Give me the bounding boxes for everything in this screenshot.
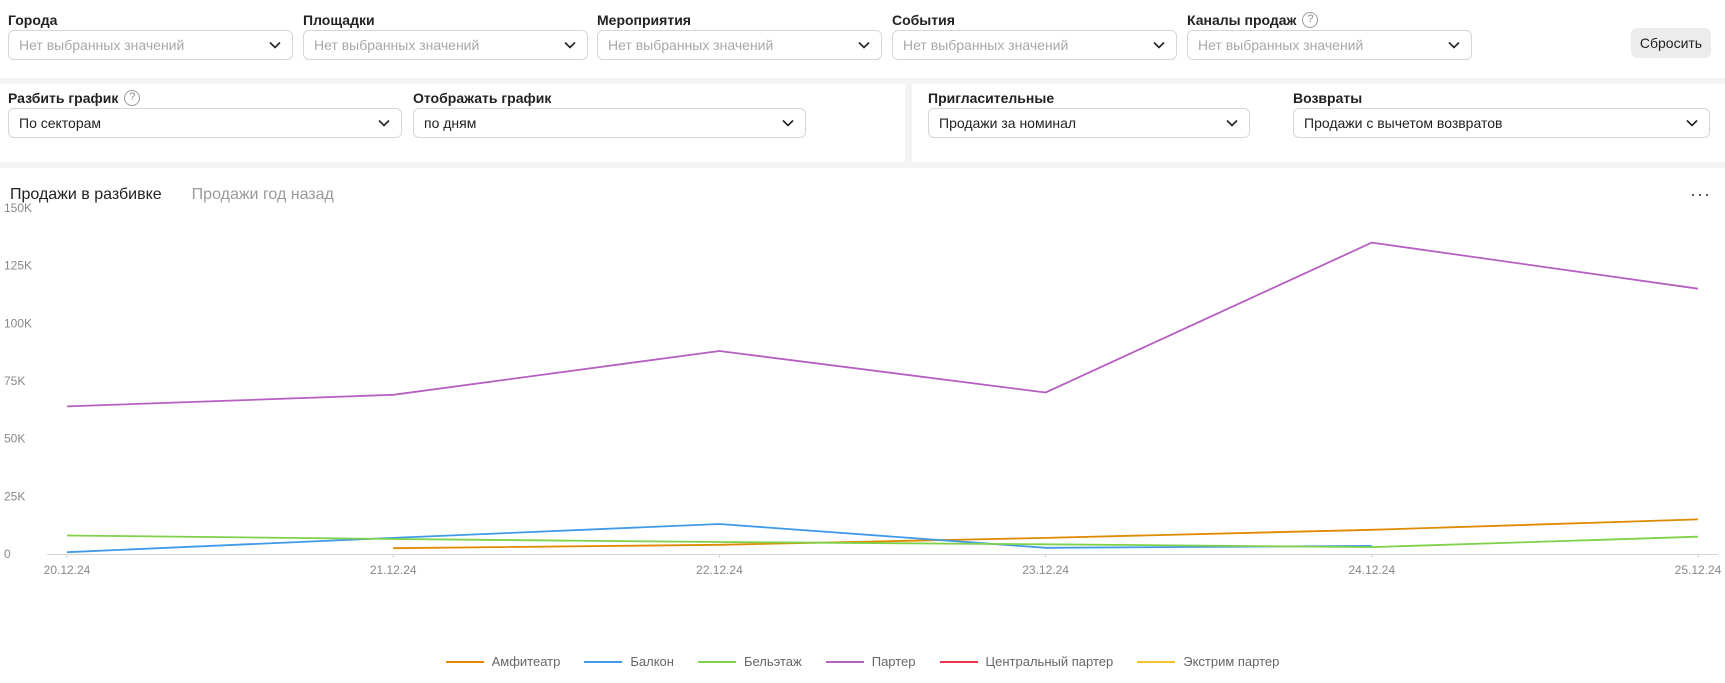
filter-events: Мероприятия Нет выбранных значений [597, 10, 882, 60]
legend-item[interactable]: Экстрим партер [1137, 654, 1279, 669]
chevron-down-icon [858, 41, 870, 49]
legend-swatch [445, 660, 484, 663]
display-label: Отображать график [413, 90, 552, 106]
returns-field: Возвраты Продажи с вычетом возвратов [1293, 88, 1710, 138]
returns-label: Возвраты [1293, 90, 1363, 106]
chart-settings-panel: Разбить график ? По секторам Отображать … [0, 84, 905, 162]
split-field: Разбить график ? По секторам [8, 88, 402, 138]
legend-swatch [1137, 660, 1176, 663]
legend-label: Амфитеатр [491, 654, 561, 669]
legend-label: Центральный партер [985, 654, 1114, 669]
help-icon[interactable]: ? [124, 90, 141, 106]
legend-item[interactable]: Партер [825, 654, 916, 669]
x-tick-label: 23.12.24 [1022, 563, 1069, 577]
x-tick-label: 21.12.24 [370, 563, 417, 577]
cities-select[interactable]: Нет выбранных значений [8, 30, 293, 60]
x-tick-label: 22.12.24 [696, 563, 743, 577]
chevron-down-icon [269, 41, 281, 49]
y-tick-label: 50K [4, 432, 25, 446]
filter-venues-label: Площадки [303, 12, 375, 28]
legend-swatch [939, 660, 978, 663]
filter-channels-label: Каналы продаж ? [1187, 10, 1472, 30]
filter-cities: Города Нет выбранных значений [8, 10, 293, 60]
venues-select-value: Нет выбранных значений [314, 37, 480, 53]
series-line-Партер [66, 241, 1699, 408]
channels-select[interactable]: Нет выбранных значений [1187, 30, 1472, 60]
invites-field: Пригласительные Продажи за номинал [928, 88, 1250, 138]
chevron-down-icon [1153, 41, 1165, 49]
chart-panel: Продажи в разбивке Продажи год назад ···… [0, 168, 1725, 683]
chevron-down-icon [1226, 119, 1238, 127]
legend-item[interactable]: Балкон [584, 654, 674, 669]
help-icon[interactable]: ? [1302, 12, 1319, 28]
events-select[interactable]: Нет выбранных значений [597, 30, 882, 60]
invites-label: Пригласительные [928, 90, 1055, 106]
display-select[interactable]: по дням [413, 108, 806, 138]
filter-venues: Площадки Нет выбранных значений [303, 10, 588, 60]
y-tick-label: 150K [4, 201, 32, 215]
y-tick-label: 125K [4, 259, 32, 273]
filter-channels: Каналы продаж ? Нет выбранных значений [1187, 10, 1472, 60]
sessions-select[interactable]: Нет выбранных значений [892, 30, 1177, 60]
reset-button[interactable]: Сбросить [1631, 28, 1711, 58]
events-select-value: Нет выбранных значений [608, 37, 774, 53]
split-select-value: По секторам [19, 115, 102, 131]
line-chart: 0 25K 50K 75K 100K 125K 150K 20.12.24 21.12.24 22… [4, 201, 1722, 577]
y-tick-label: 100K [4, 316, 32, 330]
chevron-down-icon [1448, 41, 1460, 49]
legend-label: Партер [871, 654, 916, 669]
legend-label: Бельэтаж [743, 654, 802, 669]
chart-legend: Амфитеатр Балкон Бельэтаж Партер Центральный… [0, 654, 1725, 669]
x-tick-label: 24.12.24 [1348, 563, 1395, 577]
legend-label: Балкон [630, 654, 674, 669]
legend-label: Экстрим партер [1183, 654, 1280, 669]
legend-item[interactable]: Центральный партер [939, 654, 1114, 669]
legend-item[interactable]: Амфитеатр [445, 654, 561, 669]
split-select[interactable]: По секторам [8, 108, 402, 138]
filter-cities-label: Города [8, 12, 58, 28]
venues-select[interactable]: Нет выбранных значений [303, 30, 588, 60]
x-tick-label: 20.12.24 [44, 563, 91, 577]
chevron-down-icon [782, 119, 794, 127]
x-tick-label: 25.12.24 [1675, 563, 1722, 577]
legend-swatch [825, 660, 864, 663]
legend-item[interactable]: Бельэтаж [697, 654, 802, 669]
display-field: Отображать график по дням [413, 88, 806, 138]
filter-channels-label-text: Каналы продаж [1187, 12, 1297, 28]
y-tick-label: 0 [4, 547, 11, 561]
returns-select[interactable]: Продажи с вычетом возвратов [1293, 108, 1710, 138]
chevron-down-icon [564, 41, 576, 49]
channels-select-value: Нет выбранных значений [1198, 37, 1364, 53]
split-label-text: Разбить график [8, 90, 119, 106]
legend-swatch [697, 660, 736, 663]
sessions-select-value: Нет выбранных значений [903, 37, 1069, 53]
legend-swatch [584, 660, 623, 663]
invites-select-value: Продажи за номинал [939, 115, 1077, 131]
display-select-value: по дням [424, 115, 477, 131]
filter-events-label: Мероприятия [597, 12, 691, 28]
y-tick-label: 25K [4, 489, 25, 503]
filter-sessions: События Нет выбранных значений [892, 10, 1177, 60]
split-label: Разбить график ? [8, 88, 402, 108]
chevron-down-icon [378, 119, 390, 127]
returns-select-value: Продажи с вычетом возвратов [1304, 115, 1503, 131]
cities-select-value: Нет выбранных значений [19, 37, 185, 53]
invites-select[interactable]: Продажи за номинал [928, 108, 1250, 138]
sales-settings-panel: Пригласительные Продажи за номинал Возвр… [912, 84, 1725, 162]
filters-panel: Города Нет выбранных значений Площадки Н… [0, 0, 1725, 78]
filter-sessions-label: События [892, 12, 955, 28]
chevron-down-icon [1686, 119, 1698, 127]
y-tick-label: 75K [4, 374, 25, 388]
